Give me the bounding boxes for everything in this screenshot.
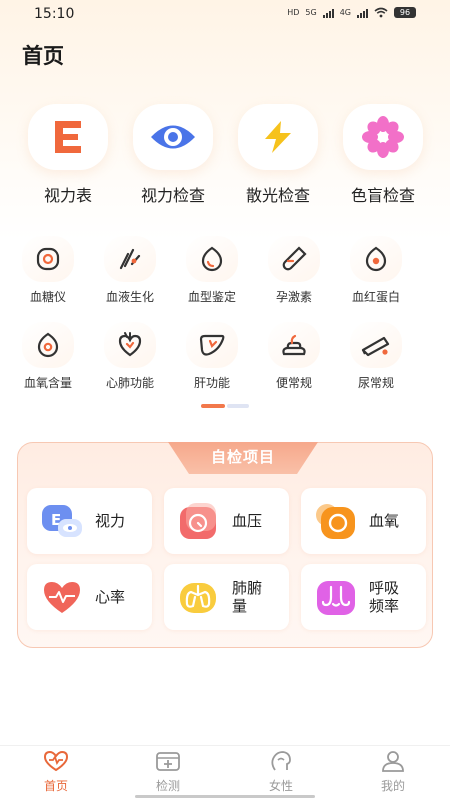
stool-icon xyxy=(268,322,320,368)
grid-item-blood-oxygen[interactable]: 血氧含量 xyxy=(8,322,88,391)
bottom-nav: 首页 检测 女性 我的 xyxy=(0,745,450,800)
self-check-panel: 自检项目 E 视力 血压 血氧 心率 肺腑量 呼吸频率 xyxy=(17,442,433,648)
blood-biochem-icon xyxy=(104,236,156,282)
net-5g-label: 5G xyxy=(305,8,317,17)
self-check-card-blood-pressure[interactable]: 血压 xyxy=(164,488,289,554)
nav-item-home[interactable]: 首页 xyxy=(21,750,91,794)
self-check-card-heart-rate[interactable]: 心率 xyxy=(27,564,152,630)
eye-icon xyxy=(133,104,213,170)
blood-type-icon xyxy=(186,236,238,282)
feature-astigmatism-check[interactable]: 散光检查 xyxy=(236,104,320,206)
lungs-icon xyxy=(178,577,220,617)
grid-item-label: 心肺功能 xyxy=(105,376,154,390)
self-check-label: 血氧 xyxy=(369,512,400,530)
grid-item-stool[interactable]: 便常规 xyxy=(254,322,334,391)
status-time: 15:10 xyxy=(34,6,75,22)
self-check-card-oxygen[interactable]: 血氧 xyxy=(301,488,426,554)
grid-item-blood-biochem[interactable]: 血液生化 xyxy=(90,236,170,305)
grid-item-label: 孕激素 xyxy=(275,290,312,304)
grid-item-label: 血红蛋白 xyxy=(351,290,400,304)
medical-kit-icon xyxy=(156,752,180,771)
grid-item-label: 便常规 xyxy=(275,376,312,390)
status-icons: HD 5G 4G 96 xyxy=(287,7,416,18)
self-check-label: 心率 xyxy=(95,588,126,606)
lightning-icon xyxy=(238,104,318,170)
oxygen-icon xyxy=(315,501,357,541)
grid-item-label: 血液生化 xyxy=(105,290,154,304)
self-check-title-tab: 自检项目 xyxy=(168,442,318,474)
breath-rate-icon xyxy=(315,577,357,617)
nav-label: 检测 xyxy=(155,779,180,793)
wifi-icon xyxy=(374,7,388,18)
hd-badge: HD xyxy=(287,8,300,17)
user-icon xyxy=(382,751,404,772)
grid-item-blood-type[interactable]: 血型鉴定 xyxy=(172,236,252,305)
letter-e-icon xyxy=(28,104,108,170)
self-check-card-lungs[interactable]: 肺腑量 xyxy=(164,564,289,630)
feature-label: 散光检查 xyxy=(245,186,310,205)
hemoglobin-icon xyxy=(350,236,402,282)
glucose-meter-icon xyxy=(22,236,74,282)
test-tube-icon xyxy=(268,236,320,282)
nav-label: 女性 xyxy=(268,779,293,793)
feature-vision-check[interactable]: 视力检查 xyxy=(131,104,215,206)
heart-rate-icon xyxy=(41,577,83,617)
grid-item-progesterone[interactable]: 孕激素 xyxy=(254,236,334,305)
nav-label: 我的 xyxy=(380,779,405,793)
self-check-label: 血压 xyxy=(232,512,263,530)
grid-item-label: 肝功能 xyxy=(193,376,230,390)
nav-item-female[interactable]: 女性 xyxy=(246,750,316,794)
battery-indicator: 96 xyxy=(394,7,416,18)
blood-oxygen-icon xyxy=(22,322,74,368)
nav-label: 首页 xyxy=(43,779,68,793)
self-check-label: 肺腑量 xyxy=(232,579,263,615)
nav-item-detect[interactable]: 检测 xyxy=(133,750,203,794)
feature-vision-chart[interactable]: 视力表 xyxy=(26,104,110,206)
page-title: 首页 xyxy=(22,44,64,68)
home-indicator xyxy=(135,795,315,798)
feature-label: 视力表 xyxy=(43,186,92,205)
grid-item-liver[interactable]: 肝功能 xyxy=(172,322,252,391)
liver-icon xyxy=(186,322,238,368)
status-bar: 15:10 HD 5G 4G 96 xyxy=(0,0,450,30)
net-4g-label: 4G xyxy=(339,8,351,17)
grid-item-label: 尿常规 xyxy=(357,376,394,390)
grid-item-hemoglobin[interactable]: 血红蛋白 xyxy=(336,236,416,305)
female-profile-icon xyxy=(271,751,291,771)
grid-item-label: 血型鉴定 xyxy=(187,290,236,304)
feature-color-blind-check[interactable]: 色盲检查 xyxy=(341,104,425,206)
grid-item-heart-lung[interactable]: 心肺功能 xyxy=(90,322,170,391)
signal-icon-2 xyxy=(357,8,368,18)
page-indicator xyxy=(201,404,249,408)
self-check-card-vision[interactable]: E 视力 xyxy=(27,488,152,554)
self-check-label: 呼吸频率 xyxy=(369,579,400,615)
grid-item-label: 血氧含量 xyxy=(23,376,72,390)
heart-lung-icon xyxy=(104,322,156,368)
heartbeat-home-icon xyxy=(43,750,69,772)
self-check-card-breath-rate[interactable]: 呼吸频率 xyxy=(301,564,426,630)
vision-icon: E xyxy=(41,501,83,541)
flower-icon xyxy=(343,104,423,170)
blood-pressure-icon xyxy=(178,501,220,541)
grid-item-urine[interactable]: 尿常规 xyxy=(336,322,416,391)
grid-item-label: 血糖仪 xyxy=(29,290,66,304)
feature-label: 色盲检查 xyxy=(350,186,415,205)
nav-item-mine[interactable]: 我的 xyxy=(358,750,428,794)
grid-item-glucose-meter[interactable]: 血糖仪 xyxy=(8,236,88,305)
self-check-label: 视力 xyxy=(95,512,126,530)
self-check-title: 自检项目 xyxy=(210,448,275,466)
urine-icon xyxy=(350,322,402,368)
signal-icon xyxy=(322,8,334,18)
feature-label: 视力检查 xyxy=(140,186,205,205)
